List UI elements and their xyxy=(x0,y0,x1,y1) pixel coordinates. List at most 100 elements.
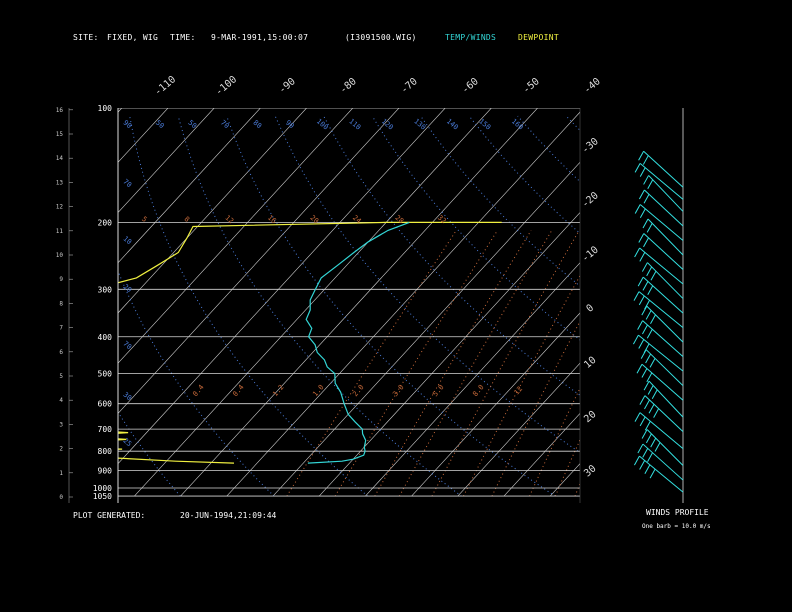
wind-barb-flag xyxy=(645,353,652,364)
theta-label: 110 xyxy=(347,117,362,131)
wind-barb-flag xyxy=(647,285,654,295)
plot-generated-value: 20-JUN-1994,21:09:44 xyxy=(180,511,277,520)
wind-barb-flag xyxy=(633,455,640,466)
mixing-ratio-label: 0.4 xyxy=(231,383,245,398)
wind-barb xyxy=(639,247,684,285)
pressure-tick-label: 700 xyxy=(98,425,113,434)
height-tick-label: 14 xyxy=(56,155,64,162)
theta-label: 160 xyxy=(510,117,525,131)
wind-barb xyxy=(643,233,684,270)
wind-barb xyxy=(646,429,684,466)
wind-barb xyxy=(642,276,684,314)
isotherm-label: -30 xyxy=(580,136,601,156)
wind-barb xyxy=(647,262,684,299)
wind-barb-flag xyxy=(641,262,648,272)
wind-barb xyxy=(646,305,684,343)
mixing-ratio-label: 3.0 xyxy=(391,383,405,398)
mixing-ratio-label: 0.4 xyxy=(191,383,205,398)
skewt-diagram: 1002003004005006007008009001000105001234… xyxy=(0,74,792,503)
wind-barb-flag xyxy=(638,295,645,306)
height-tick-label: 9 xyxy=(59,276,63,283)
height-tick-label: 12 xyxy=(56,204,64,211)
wind-barb-flag xyxy=(644,420,651,431)
wind-barb-flag xyxy=(632,334,639,345)
wind-barb-flag xyxy=(639,252,646,262)
isotherm-label: -90 xyxy=(277,76,298,96)
wind-barb xyxy=(644,395,684,433)
isotherm-line xyxy=(118,108,446,465)
mixing-ratio-label: 28 xyxy=(393,214,405,226)
dry-adiabat xyxy=(177,115,462,497)
theta-label: 140 xyxy=(445,117,460,131)
isotherm-label: 10 xyxy=(582,355,598,371)
isotherm-line xyxy=(118,108,169,163)
isotherm-line xyxy=(118,108,354,364)
wind-barb-flag xyxy=(646,372,653,383)
wind-barb-flag xyxy=(634,412,641,422)
wind-barb xyxy=(648,380,684,418)
mixing-ratio-label: 1.2 xyxy=(271,383,285,398)
isotherm-line xyxy=(596,108,792,496)
winds-profile-label: WINDS PROFILE xyxy=(646,508,709,517)
isotherm-line xyxy=(134,108,492,497)
isotherm-line xyxy=(118,108,307,314)
wind-barb-flag xyxy=(654,442,661,452)
dry-adiabat xyxy=(420,115,580,287)
isotherm-line xyxy=(180,108,538,497)
wind-barb-flag xyxy=(638,150,645,161)
theta-label: 150 xyxy=(477,117,492,131)
mixing-ratio-line xyxy=(374,230,532,497)
isotherm-label: -100 xyxy=(214,74,240,98)
wind-barb-flag xyxy=(642,155,649,165)
isotherm-label: -110 xyxy=(153,74,179,98)
isotherm-line xyxy=(0,108,76,496)
mixing-ratio-label: 12 xyxy=(223,214,235,226)
theta-label: 30 xyxy=(121,391,133,403)
mixing-ratio-line xyxy=(554,438,580,497)
wind-barb xyxy=(638,334,684,372)
theta-label: 90 xyxy=(121,119,133,131)
wind-barb-flag xyxy=(639,167,646,177)
wind-barb xyxy=(645,349,684,387)
isotherm-line xyxy=(457,362,580,497)
wind-barb-flag xyxy=(643,380,650,391)
mixing-ratio-line xyxy=(286,230,457,497)
wind-barb-flag xyxy=(642,218,649,229)
isotherm-label: -50 xyxy=(521,76,542,96)
mixing-ratio-label: 16 xyxy=(266,214,278,226)
wind-barb xyxy=(648,175,684,212)
wind-barb-flag xyxy=(643,237,649,248)
dry-adiabat xyxy=(0,116,87,496)
wind-barb-flag xyxy=(645,433,652,444)
wind-barb-flag xyxy=(653,408,660,418)
wind-barb-flag xyxy=(641,429,648,439)
mixing-ratio-label: 2.0 xyxy=(351,383,365,398)
isotherm-line xyxy=(0,108,29,496)
isotherm-label: -10 xyxy=(580,244,601,264)
theta-label: 70 xyxy=(121,340,133,352)
theta-label: 90 xyxy=(284,119,296,131)
theta-label: 10 xyxy=(121,235,133,247)
wind-barb xyxy=(642,320,684,358)
height-tick-label: 13 xyxy=(56,179,64,186)
dry-adiabat xyxy=(565,115,580,132)
height-tick-label: 3 xyxy=(59,421,63,428)
isotherm-label: -60 xyxy=(460,76,481,96)
height-tick-label: 6 xyxy=(59,349,63,356)
isotherm-line xyxy=(226,111,580,497)
wind-barb xyxy=(647,218,684,256)
dry-adiabat xyxy=(118,411,181,497)
plot-generated-label: PLOT GENERATED: xyxy=(73,511,146,520)
theta-label: 50 xyxy=(186,119,198,131)
theta-label: 100 xyxy=(315,117,330,131)
plot-area xyxy=(0,108,792,497)
isotherm-label: -70 xyxy=(399,76,420,96)
theta-label: 70 xyxy=(219,119,231,131)
wind-barb-flag xyxy=(633,291,640,301)
wind-barb-flag xyxy=(643,175,650,185)
isotherm-label: 30 xyxy=(582,463,598,479)
wind-barb-flag xyxy=(648,404,655,414)
wind-barb-flag xyxy=(642,324,648,335)
isotherm-label: 20 xyxy=(582,409,598,425)
wind-barb-flag xyxy=(638,233,645,243)
